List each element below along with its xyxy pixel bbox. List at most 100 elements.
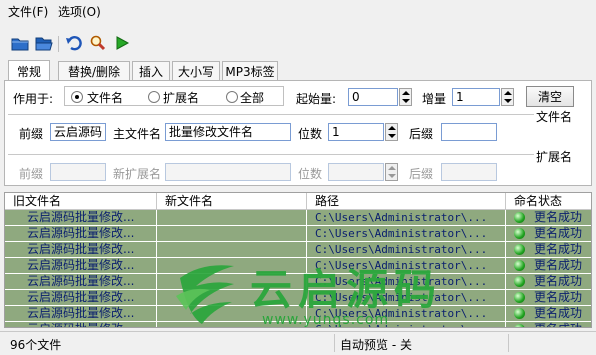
status-ok-icon	[514, 324, 525, 327]
path-cell: C:\Users\Administrator\...	[307, 322, 506, 327]
prefix-label: 前缀	[19, 127, 44, 141]
table-row[interactable]: 云启源码批量修改...C:\Users\Administrator\...更名成…	[5, 322, 591, 327]
status-ok-icon	[514, 212, 525, 223]
old-filename-cell: 云启源码批量修改...	[5, 258, 157, 274]
ext-suffix-label: 后缀	[409, 167, 434, 181]
radio-extension-label: 扩展名	[163, 91, 200, 105]
digits-input[interactable]: 1	[328, 123, 384, 141]
radio-extension[interactable]	[148, 91, 160, 103]
open-folder-icon[interactable]	[34, 33, 54, 53]
ext-digits-input[interactable]	[328, 163, 384, 181]
menu-options[interactable]: 选项(O)	[58, 3, 101, 20]
radio-filename-label: 文件名	[87, 91, 124, 105]
radio-all-label: 全部	[240, 91, 265, 105]
status-ok-icon	[514, 260, 525, 271]
toolbar-separator	[58, 36, 59, 52]
digits-label: 位数	[298, 127, 323, 141]
run-icon[interactable]	[112, 33, 132, 53]
main-filename-label: 主文件名	[113, 127, 162, 141]
ext-digits-spinner[interactable]	[385, 163, 398, 181]
table-row[interactable]: 云启源码批量修改...C:\Users\Administrator\...更名成…	[5, 306, 591, 322]
path-cell: C:\Users\Administrator\...	[307, 306, 506, 322]
search-icon[interactable]	[88, 33, 108, 53]
path-cell: C:\Users\Administrator\...	[307, 226, 506, 242]
start-spinner[interactable]	[399, 88, 412, 106]
filename-divider	[8, 114, 534, 115]
file-list[interactable]: 旧文件名 新文件名 路径 命名状态 云启源码批量修改... C:\Users\Ad…	[4, 192, 592, 328]
toolbar	[0, 30, 596, 56]
statusbar-separator-2	[508, 334, 509, 352]
increment-input[interactable]: 1	[452, 88, 500, 106]
new-filename-cell	[157, 210, 307, 226]
table-row[interactable]: 云启源码批量修改...C:\Users\Administrator\...更名成…	[5, 210, 591, 226]
status-ok-icon	[514, 244, 525, 255]
clear-button[interactable]: 清空	[526, 86, 574, 107]
prefix-input[interactable]: 云启源码	[50, 123, 106, 141]
extension-section-title: 扩展名	[536, 150, 573, 164]
new-extension-input[interactable]	[165, 163, 291, 181]
table-row[interactable]: 云启源码批量修改...C:\Users\Administrator\...更名成…	[5, 274, 591, 290]
old-filename-cell: 云启源码批量修改...	[5, 226, 157, 242]
new-filename-cell	[157, 258, 307, 274]
column-new-filename[interactable]: 新文件名	[157, 193, 307, 210]
menu-file[interactable]: 文件(F)	[8, 3, 48, 20]
new-filename-cell	[157, 226, 307, 242]
path-cell: C:\Users\Administrator\...	[307, 258, 506, 274]
path-cell: C:\Users\Administrator\...	[307, 210, 506, 226]
file-rows: 云启源码批量修改... C:\Users\Administrator\... 更名成…	[5, 210, 591, 327]
auto-preview-status: 自动预览 - 关	[340, 338, 412, 352]
undo-icon[interactable]	[64, 33, 84, 53]
tab-case[interactable]: 大小写	[172, 61, 220, 80]
column-path[interactable]: 路径	[307, 193, 506, 210]
new-filename-cell	[157, 322, 307, 327]
table-row[interactable]: 云启源码批量修改...C:\Users\Administrator\...更名成…	[5, 226, 591, 242]
table-row[interactable]: 云启源码批量修改...C:\Users\Administrator\...更名成…	[5, 290, 591, 306]
new-extension-label: 新扩展名	[113, 167, 162, 181]
ext-digits-label: 位数	[298, 167, 323, 181]
suffix-input[interactable]	[441, 123, 497, 141]
suffix-label: 后缀	[409, 127, 434, 141]
apply-to-label: 作用于:	[13, 92, 54, 106]
status-ok-icon	[514, 276, 525, 287]
status-ok-icon	[514, 292, 525, 303]
column-status[interactable]: 命名状态	[506, 193, 591, 210]
tab-replace-delete[interactable]: 替换/删除	[58, 61, 130, 80]
menu-bar: 文件(F) 选项(O)	[0, 0, 596, 22]
new-filename-cell	[157, 290, 307, 306]
old-filename-cell: 云启源码批量修改...	[5, 322, 157, 327]
increment-spinner[interactable]	[501, 88, 514, 106]
file-count: 96个文件	[10, 338, 62, 352]
extension-divider	[8, 154, 534, 155]
path-cell: C:\Users\Administrator\...	[307, 274, 506, 290]
main-filename-input[interactable]: 批量修改文件名	[165, 123, 291, 141]
tab-mp3-tags[interactable]: MP3标签	[222, 61, 278, 80]
ext-prefix-label: 前缀	[19, 167, 44, 181]
old-filename-cell: 云启源码批量修改...	[5, 242, 157, 258]
radio-filename[interactable]	[71, 91, 83, 103]
filename-section-title: 文件名	[536, 110, 573, 124]
old-filename-cell: 云启源码批量修改...	[5, 274, 157, 290]
tab-strip: 常规 替换/删除 插入 大小写 MP3标签	[8, 60, 288, 81]
start-label: 起始量:	[296, 92, 337, 106]
new-filename-cell	[157, 242, 307, 258]
statusbar-separator	[334, 334, 335, 352]
status-bar: 96个文件 自动预览 - 关	[0, 331, 596, 355]
status-ok-icon	[514, 228, 525, 239]
old-filename-cell: 云启源码批量修改...	[5, 306, 157, 322]
ext-suffix-input[interactable]	[441, 163, 497, 181]
digits-spinner[interactable]	[385, 123, 398, 141]
table-row[interactable]: 云启源码批量修改...C:\Users\Administrator\...更名成…	[5, 242, 591, 258]
open-file-icon[interactable]	[10, 33, 30, 53]
path-cell: C:\Users\Administrator\...	[307, 290, 506, 306]
radio-all[interactable]	[226, 91, 238, 103]
tab-insert[interactable]: 插入	[132, 61, 170, 80]
ext-prefix-input[interactable]	[50, 163, 106, 181]
table-row[interactable]: 云启源码批量修改...C:\Users\Administrator\...更名成…	[5, 258, 591, 274]
old-filename-cell: 云启源码批量修改...	[5, 290, 157, 306]
column-old-filename[interactable]: 旧文件名	[5, 193, 157, 210]
path-cell: C:\Users\Administrator\...	[307, 242, 506, 258]
start-input[interactable]: 0	[348, 88, 398, 106]
tab-general[interactable]: 常规	[8, 60, 50, 81]
old-filename-cell: 云启源码批量修改...	[5, 210, 157, 226]
new-filename-cell	[157, 274, 307, 290]
